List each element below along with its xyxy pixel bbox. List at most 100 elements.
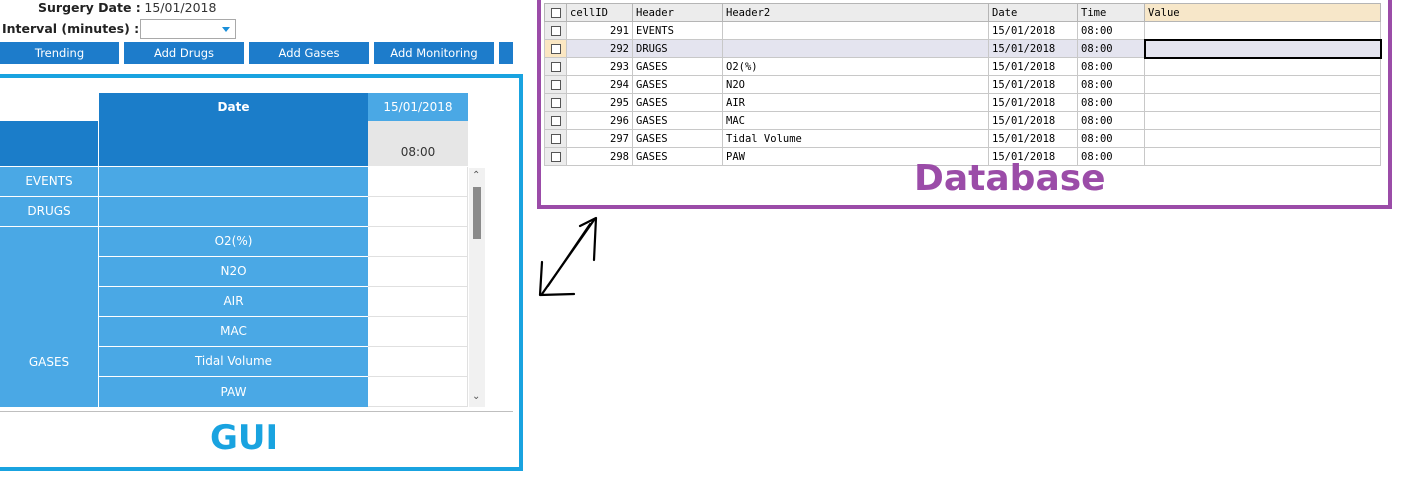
table-row[interactable]: 293 GASES O2(%) 15/01/2018 08:00 bbox=[544, 57, 1381, 76]
cell-header[interactable]: GASES bbox=[632, 129, 723, 148]
table-row[interactable]: 297 GASES Tidal Volume 15/01/2018 08:00 bbox=[544, 129, 1381, 148]
double-arrow-icon bbox=[538, 216, 598, 297]
column-header-cellid[interactable]: cellID bbox=[566, 3, 633, 22]
value-cell-tidal-volume[interactable] bbox=[368, 347, 468, 377]
scrollbar-thumb[interactable] bbox=[473, 187, 481, 239]
cell-date[interactable]: 15/01/2018 bbox=[988, 75, 1078, 94]
table-header-row: cellID Header Header2 Date Time Value bbox=[544, 3, 1381, 22]
cell-header2[interactable] bbox=[722, 39, 989, 58]
value-cell-mac[interactable] bbox=[368, 317, 468, 347]
cell-time[interactable]: 08:00 bbox=[1077, 129, 1145, 148]
cell-date[interactable]: 15/01/2018 bbox=[988, 93, 1078, 112]
row-sublabel-paw: PAW bbox=[99, 377, 368, 407]
row-sublabel-drugs bbox=[99, 197, 368, 226]
cell-cellid[interactable]: 291 bbox=[566, 21, 633, 40]
row-label-events: EVENTS bbox=[0, 167, 98, 196]
gui-caption: GUI bbox=[210, 418, 279, 458]
cell-value[interactable] bbox=[1144, 111, 1381, 130]
database-caption: Database bbox=[914, 158, 1106, 199]
cell-header[interactable]: EVENTS bbox=[632, 21, 723, 40]
cell-date[interactable]: 15/01/2018 bbox=[988, 129, 1078, 148]
cell-cellid[interactable]: 295 bbox=[566, 93, 633, 112]
cell-date[interactable]: 15/01/2018 bbox=[988, 111, 1078, 130]
cell-cellid[interactable]: 292 bbox=[566, 39, 633, 58]
cell-value[interactable] bbox=[1144, 129, 1381, 148]
value-cell-paw[interactable] bbox=[368, 377, 468, 407]
trending-button[interactable]: Trending bbox=[0, 42, 119, 64]
cell-header2[interactable]: AIR bbox=[722, 93, 989, 112]
cell-value-active[interactable] bbox=[1143, 38, 1382, 59]
cell-time[interactable]: 08:00 bbox=[1077, 21, 1145, 40]
surgery-date-row: Surgery Date : 15/01/2018 bbox=[38, 0, 216, 15]
cell-header2[interactable] bbox=[722, 21, 989, 40]
cell-header2[interactable]: O2(%) bbox=[722, 57, 989, 76]
cell-cellid[interactable]: 298 bbox=[566, 147, 633, 166]
table-row[interactable]: 295 GASES AIR 15/01/2018 08:00 bbox=[544, 93, 1381, 112]
row-checkbox[interactable] bbox=[544, 21, 567, 40]
column-header-header2[interactable]: Header2 bbox=[722, 3, 989, 22]
value-cell-drugs[interactable] bbox=[368, 197, 468, 227]
cell-time[interactable]: 08:00 bbox=[1077, 111, 1145, 130]
cell-header[interactable]: GASES bbox=[632, 75, 723, 94]
column-header-header[interactable]: Header bbox=[632, 3, 723, 22]
row-sublabel-o2: O2(%) bbox=[99, 227, 368, 256]
cell-header[interactable]: GASES bbox=[632, 147, 723, 166]
grid-footer-divider bbox=[0, 411, 513, 412]
cell-header[interactable]: DRUGS bbox=[632, 39, 723, 58]
date-value-header[interactable]: 15/01/2018 bbox=[368, 93, 468, 121]
column-header-value[interactable]: Value bbox=[1144, 3, 1381, 22]
cell-time[interactable]: 08:00 bbox=[1077, 39, 1145, 58]
cell-cellid[interactable]: 297 bbox=[566, 129, 633, 148]
value-cell-n2o[interactable] bbox=[368, 257, 468, 287]
add-gases-button[interactable]: Add Gases bbox=[249, 42, 369, 64]
cell-date[interactable]: 15/01/2018 bbox=[988, 39, 1078, 58]
cell-value[interactable] bbox=[1144, 93, 1381, 112]
time-header[interactable]: 08:00 bbox=[368, 121, 468, 166]
cell-cellid[interactable]: 294 bbox=[566, 75, 633, 94]
cell-value[interactable] bbox=[1144, 147, 1381, 166]
column-header-date[interactable]: Date bbox=[988, 3, 1078, 22]
cell-date[interactable]: 15/01/2018 bbox=[988, 21, 1078, 40]
row-checkbox[interactable] bbox=[544, 57, 567, 76]
row-checkbox[interactable] bbox=[544, 111, 567, 130]
cell-date[interactable]: 15/01/2018 bbox=[988, 57, 1078, 76]
more-button[interactable] bbox=[499, 42, 513, 64]
scroll-down-icon[interactable]: ⌄ bbox=[472, 391, 480, 402]
table-row[interactable]: 291 EVENTS 15/01/2018 08:00 bbox=[544, 21, 1381, 40]
cell-value[interactable] bbox=[1144, 57, 1381, 76]
column-header-time[interactable]: Time bbox=[1077, 3, 1145, 22]
cell-time[interactable]: 08:00 bbox=[1077, 75, 1145, 94]
value-cell-air[interactable] bbox=[368, 287, 468, 317]
scroll-up-icon[interactable]: ⌃ bbox=[472, 170, 480, 181]
row-checkbox[interactable] bbox=[544, 93, 567, 112]
cell-header[interactable]: GASES bbox=[632, 111, 723, 130]
cell-header2[interactable]: MAC bbox=[722, 111, 989, 130]
cell-header2[interactable]: N2O bbox=[722, 75, 989, 94]
surgery-date-value: 15/01/2018 bbox=[144, 0, 217, 15]
select-all-checkbox[interactable] bbox=[544, 3, 567, 22]
cell-cellid[interactable]: 296 bbox=[566, 111, 633, 130]
value-cell-events[interactable] bbox=[368, 167, 468, 197]
table-row[interactable]: 296 GASES MAC 15/01/2018 08:00 bbox=[544, 111, 1381, 130]
row-label-drugs: DRUGS bbox=[0, 197, 98, 226]
cell-value[interactable] bbox=[1144, 21, 1381, 40]
value-cell-o2[interactable] bbox=[368, 227, 468, 257]
row-sublabel-mac: MAC bbox=[99, 317, 368, 346]
cell-header[interactable]: GASES bbox=[632, 57, 723, 76]
interval-select[interactable] bbox=[140, 19, 236, 39]
add-monitoring-button[interactable]: Add Monitoring bbox=[374, 42, 494, 64]
cell-header[interactable]: GASES bbox=[632, 93, 723, 112]
cell-header2[interactable]: Tidal Volume bbox=[722, 129, 989, 148]
add-drugs-button[interactable]: Add Drugs bbox=[124, 42, 244, 64]
table-row[interactable]: 292 DRUGS 15/01/2018 08:00 bbox=[544, 38, 1382, 59]
date-column-header: Date bbox=[99, 93, 368, 121]
cell-cellid[interactable]: 293 bbox=[566, 57, 633, 76]
row-checkbox[interactable] bbox=[544, 39, 567, 58]
cell-time[interactable]: 08:00 bbox=[1077, 93, 1145, 112]
row-checkbox[interactable] bbox=[544, 147, 567, 166]
cell-time[interactable]: 08:00 bbox=[1077, 57, 1145, 76]
row-checkbox[interactable] bbox=[544, 75, 567, 94]
table-row[interactable]: 294 GASES N2O 15/01/2018 08:00 bbox=[544, 75, 1381, 94]
cell-value[interactable] bbox=[1144, 75, 1381, 94]
row-checkbox[interactable] bbox=[544, 129, 567, 148]
